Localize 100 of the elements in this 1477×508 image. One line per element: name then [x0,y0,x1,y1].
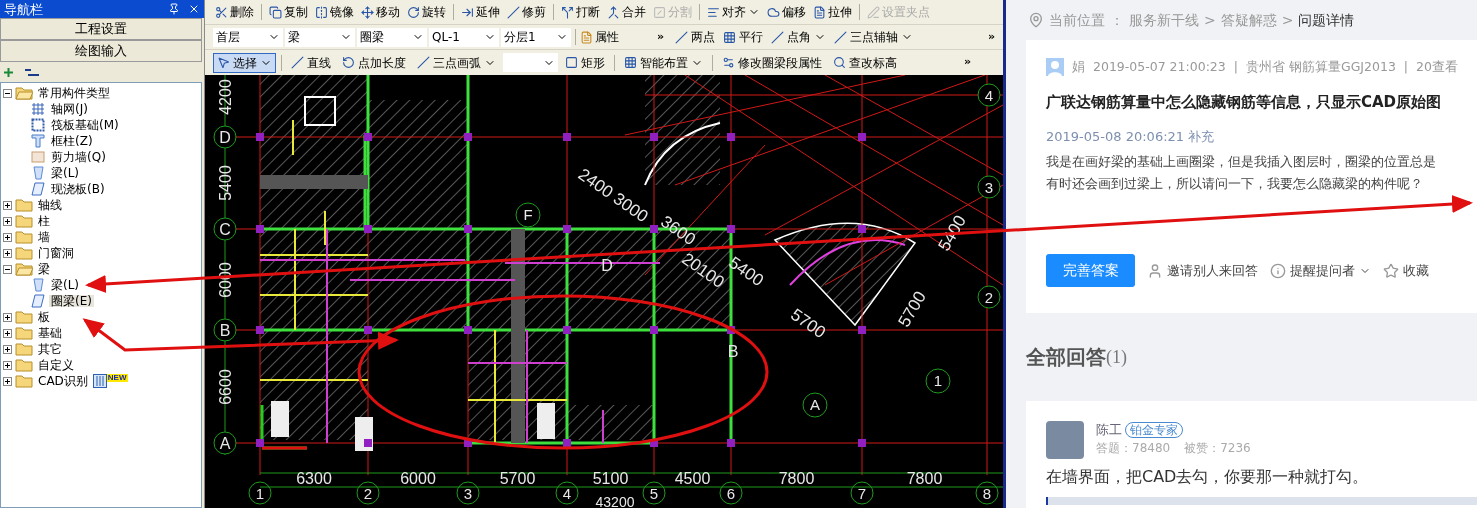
toolbar-button[interactable]: 智能布置 [620,52,707,73]
pin-icon[interactable] [168,3,180,15]
expand-all-icon[interactable] [4,67,13,77]
axis-label: 8 [982,485,992,502]
dropdown-select[interactable]: 梁 [285,27,355,47]
photo-placeholder [1046,421,1084,459]
dropdown-select[interactable]: 首层 [213,27,283,47]
folder-icon [15,262,33,276]
expand-icon[interactable] [3,248,12,258]
expand-icon[interactable] [3,328,12,338]
action-link[interactable]: 邀请别人来回答 [1147,260,1258,281]
dimension-label: 2400 3000 [574,164,652,227]
toolbar-button[interactable]: 对齐 [705,3,762,21]
question-text: 我是在画好梁的基础上画圈梁，但是我插入图层时，圈梁的位置总是 [1046,152,1437,171]
action-link[interactable]: 提醒提问者 [1270,260,1371,281]
toolbar-button[interactable]: 点角 [768,28,830,46]
axis-label: B [219,322,231,339]
toolbar-button[interactable]: 删除 [213,3,256,21]
tree-item[interactable]: 梁(L) [49,167,82,179]
toolbar-button[interactable]: 三点画弧 [413,52,500,73]
toolbar-button[interactable]: 打断 [559,3,602,21]
breadcrumb-link[interactable]: 问题详情 [1298,9,1355,31]
properties-button[interactable]: 属性 [580,28,619,46]
tool-icon [561,5,574,19]
toolbar-button[interactable]: 旋转 [405,3,448,21]
expand-icon[interactable] [3,344,12,354]
tree-item[interactable]: 轴网(J) [49,103,90,115]
tool-icon [461,5,474,19]
expand-icon[interactable] [3,360,12,370]
tree-item[interactable]: 自定义 [36,359,76,371]
overflow-chevron[interactable]: » [657,28,665,46]
toolbar-button[interactable]: 拉伸 [811,3,854,21]
toolbar-button[interactable]: 偏移 [765,3,808,21]
expand-icon[interactable] [3,200,12,210]
tree-item[interactable]: 现浇板(B) [49,183,107,195]
tree-item[interactable]: 基础 [36,327,64,339]
component-icon [31,134,45,148]
tree-item[interactable]: 框柱(Z) [49,135,95,147]
tree-item[interactable]: CAD识别 [36,375,90,387]
toolbar-button[interactable]: 修改圈梁段属性 [718,52,826,73]
toolbar-button[interactable]: 选择 [213,52,276,73]
expand-icon[interactable] [3,312,12,322]
folder-icon [15,86,33,100]
dropdown-select[interactable]: QL-1 [429,27,499,47]
dropdown-select[interactable]: 圈梁 [357,27,427,47]
expand-icon[interactable] [3,232,12,242]
collapse-icon[interactable] [3,88,12,98]
component-icon [31,278,45,292]
toolbar-button[interactable]: 修剪 [505,3,548,21]
tree-item[interactable]: 常用构件类型 [36,87,112,99]
tree-item[interactable]: 轴线 [36,199,64,211]
component-icon [31,150,45,164]
tree-item[interactable]: 墙 [36,231,52,243]
tree-item[interactable]: 剪力墙(Q) [49,151,108,163]
panel-button[interactable]: 工程设置 [0,18,202,40]
collapse-icon[interactable] [3,264,12,274]
post-time: 2019-05-07 21:00:23 [1093,58,1226,76]
tree-item[interactable]: 门窗洞 [36,247,76,259]
toolbar-button[interactable]: 矩形 [561,52,609,73]
expand-icon[interactable] [3,216,12,226]
answer-text: 在墙界面，把CAD去勾，你要那一种就打勾。 [1046,466,1370,488]
toolbar-button[interactable]: 直线 [287,52,335,73]
tree-item[interactable]: 其它 [36,343,64,355]
axis-label: 3 [984,179,994,196]
panel-button[interactable]: 绘图输入 [0,40,202,62]
tool-icon [407,5,420,19]
toolbar-button[interactable]: 合并 [605,3,648,21]
tree-item[interactable]: 板 [36,311,52,323]
toolbar-button[interactable]: 三点辅轴 [831,28,917,46]
avatar-icon [1046,58,1064,77]
tree-item[interactable]: 梁(L) [49,279,82,291]
tree-item[interactable]: 梁 [36,263,52,275]
person-icon [1147,262,1163,279]
author-name: 娟 [1072,58,1085,76]
tree-item[interactable]: 柱 [36,215,52,227]
overflow-chevron[interactable]: » [987,28,995,46]
tree-item[interactable]: 圈梁(E) [49,295,94,307]
properties-icon [580,30,593,44]
tree-item[interactable]: 筏板基础(M) [49,119,121,131]
toolbar-button[interactable]: 镜像 [313,3,356,21]
action-link[interactable]: 收藏 [1383,260,1429,281]
star-icon [1383,262,1399,279]
tool-icon [269,5,282,19]
toolbar-button[interactable]: 复制 [267,3,310,21]
answer-count: 答题：78480 [1096,440,1171,457]
toolbar-button[interactable]: 查改标高 [829,52,901,73]
close-icon[interactable] [188,3,200,15]
dropdown-select[interactable]: 分层1 [501,27,571,47]
toolbar-button[interactable]: 平行 [720,28,767,46]
expand-icon[interactable] [3,376,12,386]
component-icon [31,294,45,308]
dimension-label: 5100 [592,470,629,487]
toolbar-button[interactable]: 延伸 [459,3,502,21]
overflow-chevron[interactable]: » [964,54,972,71]
toolbar-button[interactable]: 两点 [672,28,719,46]
tool-icon [767,5,780,19]
collapse-all-icon[interactable] [25,67,39,77]
toolbar-button[interactable]: 点加长度 [338,52,410,73]
new-badge: NEW [106,374,128,382]
toolbar-button[interactable]: 移动 [359,3,402,21]
